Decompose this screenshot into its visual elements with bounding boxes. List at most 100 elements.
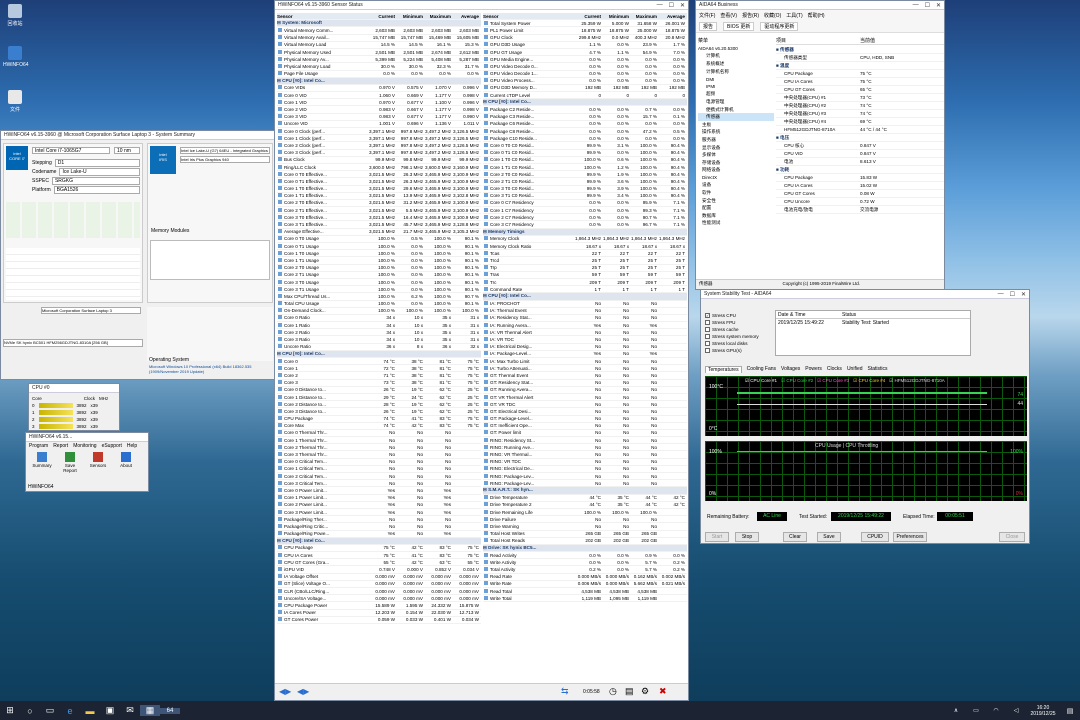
notification-icon[interactable]: ▤ — [1060, 707, 1080, 715]
sensor-row[interactable]: Core 1 T1 C0 Resid... 100.0 % 1.2 % 100.0 %… — [483, 164, 687, 172]
desktop-icon-recycle-bin[interactable]: 回收站 — [3, 4, 27, 27]
mini-summary-button[interactable]: Summary — [30, 452, 54, 473]
sensor-group-row[interactable]: ⊟ CPU [#0]: Intel Co... — [277, 350, 481, 358]
sensor-row[interactable]: RING: Residency St... No No No — [483, 437, 687, 445]
aida-toolbar-button[interactable]: BIOS 更新 — [723, 22, 755, 31]
aida-tree-item[interactable]: 计算机 — [698, 53, 774, 61]
search-icon[interactable]: ○ — [20, 706, 40, 716]
checkbox[interactable]: ✓ — [705, 313, 710, 318]
checkbox[interactable] — [705, 348, 710, 353]
sensor-row[interactable]: Core 1 Ratio 34 x 10 x 35 x 31 x — [277, 322, 481, 330]
aida-item-row[interactable]: 中央处理器(CPU) #1 73 °C — [776, 94, 944, 102]
aida-tree-item[interactable]: AIDA64 v6.20.5300 — [698, 45, 774, 53]
sensor-row[interactable]: CPU Package Power 15.589 W 1.595 W 24.332 W… — [277, 602, 481, 610]
sensor-row[interactable]: GPU D3D Memory D... 192 MB 192 MB 192 MB 192… — [483, 85, 687, 93]
stability-tab[interactable]: Powers — [805, 366, 822, 373]
sensor-row[interactable]: IA: VR Thermal Alert No No No — [483, 329, 687, 337]
sensor-row[interactable]: RING: VR TDC No No No — [483, 459, 687, 466]
aida-tree-item[interactable]: 显示设备 — [698, 144, 774, 152]
sensor-row[interactable]: GPU Clock 299.8 MHz 0.0 MHz 400.3 MHz 20.8 M… — [483, 35, 687, 42]
sensor-row[interactable]: Core 1 Thermal Thr... No No No — [277, 437, 481, 445]
sensor-row[interactable]: Core 2 T0 Effective... 3,021.5 MHz 31.2 MH… — [277, 200, 481, 208]
sensor-row[interactable]: GT: VR Thermal Alert No No No — [483, 394, 687, 402]
checkbox[interactable] — [705, 341, 710, 346]
sensor-row[interactable]: GT: Inefficient Ope... No No No — [483, 423, 687, 430]
aida-item-row[interactable]: 传感器类型 CPU, HDD, SNB — [776, 54, 944, 62]
sensor-row[interactable]: Core 2 T0 Usage 100.0 % 0.0 % 100.0 % 90.1 % — [277, 265, 481, 272]
sensor-row[interactable]: Physical Memory Load 30.0 % 30.0 % 32.3 % 31… — [277, 63, 481, 71]
legend-item[interactable]: ☑ CPU Core #2 — [781, 378, 813, 384]
aida-tree-item[interactable]: 传感器 — [698, 113, 774, 121]
aida-item-row[interactable]: CPU VID 0.847 V — [776, 150, 944, 158]
sensor-row[interactable]: GPU Video Decode 1... 0.0 % 0.0 % 0.0 % 0.0 … — [483, 71, 687, 78]
stress-checkbox-row[interactable]: Stress system memory — [705, 333, 775, 340]
aida-item-row[interactable]: CPU 核心 0.847 V — [776, 142, 944, 150]
sensor-row[interactable]: Core 0 VID 1.060 V 0.669 V 1.177 V 0.998 V — [277, 92, 481, 100]
aida-toolbar-button[interactable]: 驱动程序更新 — [760, 22, 799, 31]
aida-toolbar-button[interactable]: 报告 — [699, 22, 718, 31]
sensor-row[interactable]: Core 2 Clock (perf... 3,397.1 MHz 997.8 MH… — [277, 142, 481, 150]
sensor-row[interactable]: Package C10 Reside... 0.0 % 0.0 % 0.0 % 0.0 … — [483, 135, 687, 143]
aida-menu-item[interactable]: 工具(T) — [786, 12, 802, 19]
checkbox[interactable] — [705, 334, 710, 339]
aida-tree-item[interactable]: 安全性 — [698, 197, 774, 205]
aida-tree-item[interactable]: 配置 — [698, 204, 774, 212]
sensor-row[interactable]: Trcd 25 T 25 T 25 T 25 T — [483, 257, 687, 265]
aida-menu-item[interactable]: 文件(F) — [699, 12, 715, 19]
sensor-row[interactable]: Page File Usage 0.0 % 0.0 % 0.0 % 0.0 % — [277, 71, 481, 78]
sensor-row[interactable]: IA: VR TDC No No No — [483, 336, 687, 344]
sensor-row[interactable]: Core 0 74 °C 38 °C 81 °C 75 °C — [277, 358, 481, 366]
sensor-row[interactable]: Core Max 74 °C 42 °C 83 °C 75 °C — [277, 423, 481, 430]
edge-icon[interactable]: e — [60, 706, 80, 716]
arrow-right-icon[interactable]: ◀▶ — [297, 687, 309, 696]
minimize-icon[interactable]: — — [913, 2, 919, 9]
sensor-row[interactable]: Package/Ring Powe... Yes No Yes — [277, 531, 481, 538]
hwinfo-task-icon[interactable]: ▦ — [140, 705, 160, 716]
sensor-row[interactable]: Core 3 T1 Effective... 3,021.5 MHz 45.7 MH… — [277, 221, 481, 229]
sensor-row[interactable]: Core 3 T1 C0 Resid... 99.9 % 3.4 % 100.0 % 9… — [483, 193, 687, 200]
sensor-row[interactable]: Core 0 C7 Residency 0.0 % 0.0 % 95.9 % 7.1 % — [483, 200, 687, 208]
sensor-row[interactable]: Tcas 22 T 22 T 22 T 22 T — [483, 250, 687, 258]
aida-menu-item[interactable]: 报告(R) — [742, 12, 759, 19]
sensor-row[interactable]: CPU GT Cores (Gra... 55 °C 42 °C 63 °C 55 °C — [277, 559, 481, 567]
windows-start-icon[interactable]: ⊞ — [0, 705, 20, 716]
sensor-row[interactable]: IA: Thermal Event No No No — [483, 308, 687, 315]
sensor-row[interactable]: Core 1 72 °C 38 °C 81 °C 75 °C — [277, 365, 481, 373]
aida-item-row[interactable]: CPU Uncore 0.72 W — [776, 198, 944, 206]
sensor-row[interactable]: Memory Clock Ratio 18.67 x 18.67 x 18.67 x 1… — [483, 243, 687, 251]
sensor-row[interactable]: Core 0 Ratio 34 x 10 x 35 x 31 x — [277, 315, 481, 323]
sensor-group-row[interactable]: ⊟ CPU [#0]: Intel Co... — [277, 77, 481, 85]
sensor-row[interactable]: IA: Electrical Desig... No No No — [483, 344, 687, 351]
minimize-icon[interactable]: — — [998, 291, 1004, 298]
sensor-row[interactable]: Package/Ring Ther... No No No — [277, 516, 481, 524]
clock-icon[interactable]: ◷ — [609, 686, 617, 697]
aida-tree-item[interactable]: 电源管理 — [698, 98, 774, 106]
sensor-row[interactable]: IA: Turbo Attenuati... No No No — [483, 365, 687, 373]
sensor-row[interactable]: Write Total 1,119 MB 1,095 MB 1,119 MB — [483, 595, 687, 603]
mini-menu-item[interactable]: Report — [53, 443, 68, 449]
sensor-row[interactable]: CPU Package 74 °C 41 °C 83 °C 75 °C — [277, 416, 481, 423]
sensor-row[interactable]: CPU IA Cores 75 °C 41 °C 83 °C 75 °C — [277, 552, 481, 560]
sensor-row[interactable]: Core 2 VID 0.983 V 0.667 V 1.177 V 0.998 V — [277, 106, 481, 114]
sensor-row[interactable]: RING: Package-Lev... No No No — [483, 473, 687, 481]
sensor-row[interactable]: Total Host Reads 202 GB 202 GB 202 GB — [483, 538, 687, 545]
sensor-row[interactable]: RING: Package-Lev... No No No — [483, 480, 687, 488]
mini-menu-item[interactable]: Program — [29, 443, 48, 449]
aida-item-row[interactable]: 中央处理器(CPU) #3 74 °C — [776, 110, 944, 118]
sensor-row[interactable]: GPU Media Engine... 0.0 % 0.0 % 0.0 % 0.0 % — [483, 56, 687, 64]
sensor-row[interactable]: On-Demand Clock... 100.0 % 100.0 % 100.0 % 1… — [277, 308, 481, 315]
sensor-row[interactable]: Drive Temperature 2 44 °C 35 °C 44 °C 42 °C — [483, 502, 687, 509]
sensor-group-row[interactable]: ⊟ CPU [#0]: Intel Co... — [277, 537, 481, 545]
sensor-row[interactable]: Ring/LLC Clock 3,600.0 MHz 798.1 MHz 3,600.… — [277, 164, 481, 172]
sensor-row[interactable]: IA: Max Turbo Limit No No No — [483, 358, 687, 366]
mail-icon[interactable]: ✉ — [120, 705, 140, 716]
stress-checkbox-row[interactable]: Stress FPU — [705, 319, 775, 326]
cpuid-button[interactable]: CPUID — [861, 532, 889, 542]
sensor-row[interactable]: Drive Failure No No No — [483, 516, 687, 524]
maximize-icon[interactable]: ☐ — [1010, 291, 1015, 298]
sensor-row[interactable]: Core 0 Distance to... 26 °C 19 °C 62 °C 25 °… — [277, 387, 481, 394]
aida-tree-item[interactable]: 操作系统 — [698, 129, 774, 137]
aida-tree-item[interactable]: 主板 — [698, 121, 774, 129]
sensor-row[interactable]: Max CPU/Thread Us... 100.0 % 6.2 % 100.0 % 9… — [277, 293, 481, 301]
sensor-row[interactable]: Total Host Writes 265 GB 265 GB 265 GB — [483, 531, 687, 538]
